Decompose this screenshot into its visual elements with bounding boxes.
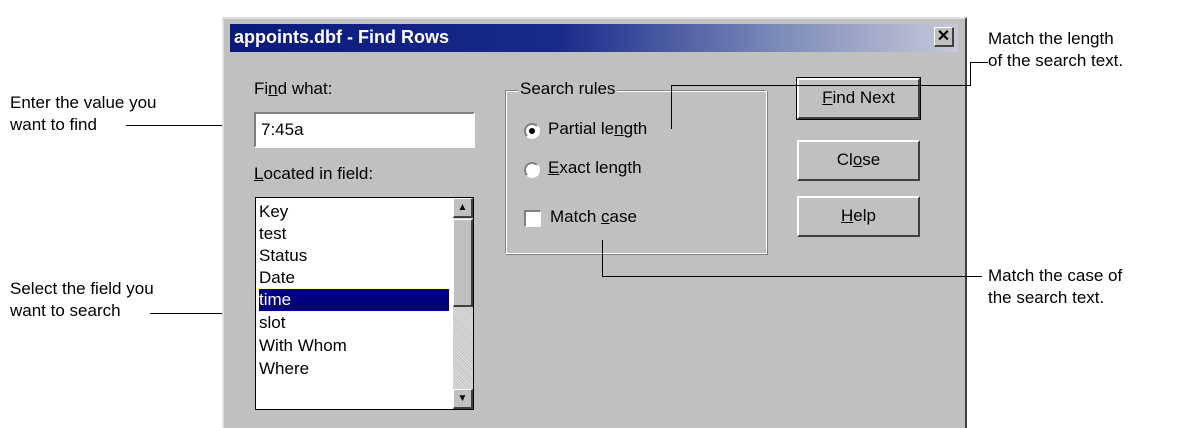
match-case-label[interactable]: Match case [550, 207, 637, 227]
search-rules-title: Search rules [518, 79, 618, 99]
scroll-up-arrow-icon[interactable]: ▲ [453, 198, 473, 218]
title-bar[interactable]: appoints.dbf - Find Rows ✕ [230, 24, 958, 52]
partial-length-label[interactable]: Partial length [548, 119, 647, 139]
length-leader-vertical [671, 85, 672, 129]
find-rows-dialog: appoints.dbf - Find Rows ✕ Find what: 7:… [222, 17, 967, 428]
help-button[interactable]: Help [797, 196, 920, 237]
case-leader-horizontal [602, 276, 982, 277]
match-case-checkbox[interactable] [524, 210, 541, 227]
length-leader-horizontal [671, 85, 971, 86]
partial-length-radio[interactable] [524, 123, 540, 139]
field-listbox[interactable]: Key test Status Date time slot With Whom… [255, 197, 474, 410]
list-item[interactable]: Status [259, 245, 449, 267]
length-leader-tail [970, 62, 988, 63]
callout-select-line2: want to search [10, 301, 121, 320]
callout-case-line2: the search text. [988, 288, 1105, 307]
list-item-selected[interactable]: time [258, 288, 450, 312]
located-in-field-label: Located in field: [254, 164, 374, 183]
list-item[interactable]: Where [259, 358, 449, 380]
callout-enter-line2: want to find [10, 115, 97, 134]
list-item[interactable]: With Whom [259, 335, 449, 357]
callout-case-line1: Match the case of [988, 266, 1123, 285]
radio-selected-dot [529, 128, 535, 134]
exact-length-radio[interactable] [524, 162, 540, 178]
callout-length-line2: of the search text. [988, 51, 1124, 70]
length-leader-join [970, 62, 971, 86]
scroll-down-arrow-icon[interactable]: ▼ [453, 389, 473, 409]
scrollbar-thumb[interactable] [453, 219, 473, 307]
list-item[interactable]: slot [259, 312, 449, 334]
close-button[interactable]: Close [797, 140, 920, 181]
window-title: appoints.dbf - Find Rows [234, 27, 449, 47]
list-item[interactable]: Key [259, 201, 449, 223]
list-item[interactable]: test [259, 223, 449, 245]
callout-enter-line1: Enter the value you [10, 93, 157, 112]
callout-select-line1: Select the field you [10, 279, 154, 298]
close-icon[interactable]: ✕ [934, 27, 954, 47]
list-item[interactable]: Date [259, 267, 449, 289]
exact-length-label[interactable]: Exact length [548, 158, 642, 178]
find-what-input[interactable]: 7:45a [254, 112, 475, 148]
find-what-label: Find what: [254, 79, 333, 98]
case-leader-vertical [602, 240, 603, 276]
listbox-scrollbar[interactable]: ▲ ▼ [453, 198, 473, 409]
callout-length-line1: Match the length [988, 29, 1114, 48]
